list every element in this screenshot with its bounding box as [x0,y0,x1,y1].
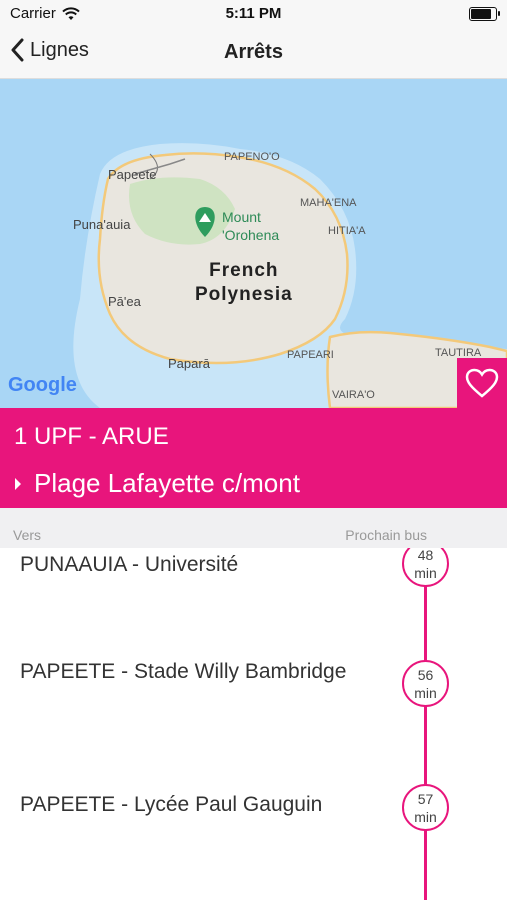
minutes-unit: min [414,684,437,701]
destination-label: PAPEETE - Lycée Paul Gauguin [20,793,323,816]
minutes-value: 48 [417,548,434,563]
map-label-papara: Paparā [168,356,210,371]
page-title: Arrêts [224,41,283,63]
header-destination: Vers [13,527,42,543]
next-bus-badge: 56 min [402,660,449,707]
google-logo: Google [8,374,77,397]
header-next-bus: Prochain bus [345,527,427,543]
minutes-value: 56 [417,666,434,683]
destination-label: PAPEETE - Stade Willy Bambridge [20,660,347,683]
battery-fill [471,9,491,19]
map-region-label: French Polynesia [195,260,293,305]
map-label-papeete: Papeete [108,167,157,182]
map-label-vairao: VAIRA'O [332,389,375,401]
table-header: Vers Prochain bus [0,508,507,548]
map-label-paea: Pā'ea [108,294,141,309]
favorite-button[interactable] [457,358,507,408]
battery-icon [469,7,500,21]
status-bar: Carrier 5:11 PM [0,0,507,28]
map-label-punaauia: Puna'auia [73,217,131,232]
map-view[interactable]: PAPENO'O Papeete Puna'auia MAHA'ENA HITI… [0,79,507,408]
caret-right-icon [15,477,21,490]
next-bus-badge: 57 min [402,784,449,831]
navigation-bar: Lignes Arrêts [0,28,507,79]
timeline-line [424,548,427,900]
minutes-unit: min [414,808,437,825]
minutes-unit: min [414,564,437,581]
minutes-value: 57 [417,790,434,807]
status-time: 5:11 PM [225,5,282,22]
departures-list[interactable]: PUNAAUIA - Université 48 min PAPEETE - S… [0,548,507,900]
route-panel: 1 UPF - ARUE Plage Lafayette c/mont [0,408,507,508]
route-line-label: 1 UPF - ARUE [14,423,169,450]
route-stop-label: Plage Lafayette c/mont [34,468,300,498]
google-logo-text: Google [8,374,77,396]
next-bus-badge: 48 min [402,548,449,587]
route-stop-selector[interactable]: Plage Lafayette c/mont [14,468,300,499]
map-label-mount-orohena: Mount 'Orohena [222,209,280,243]
heart-icon [465,368,499,398]
map-label-mahaena: MAHA'ENA [300,197,357,209]
map-label-papenoo: PAPENO'O [224,151,280,163]
destination-label: PUNAAUIA - Université [20,553,239,576]
map-label-papeari: PAPEARI [287,349,334,361]
map-label-hitiaa: HITIA'A [328,225,366,237]
